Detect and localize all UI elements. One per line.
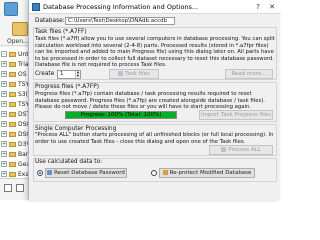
folder-icon bbox=[9, 171, 16, 177]
folder-icon bbox=[9, 71, 16, 77]
progress-bar: Progress: 100% (Total: 100%) bbox=[65, 111, 177, 119]
task-files-button[interactable]: Task files bbox=[109, 69, 159, 79]
create-count-value: 1 bbox=[60, 71, 64, 77]
folder-icon bbox=[9, 141, 16, 147]
create-label: Create bbox=[35, 71, 55, 77]
processing-dialog: Database Processing Information and Opti… bbox=[28, 0, 281, 200]
process-icon bbox=[221, 146, 227, 152]
read-more-button[interactable]: Read more... bbox=[225, 69, 273, 79]
reprotect-database-label: Re-protect Modified Database bbox=[169, 170, 252, 176]
folder-icon bbox=[9, 61, 16, 67]
progress-bar-text: Progress: 100% (Total: 100%) bbox=[80, 112, 162, 118]
expand-icon[interactable]: + bbox=[1, 141, 7, 147]
task-files-button-label: Task files bbox=[125, 71, 150, 77]
collapse-icon[interactable]: - bbox=[1, 51, 7, 57]
reset-database-password-label: Reset Database Password bbox=[54, 170, 125, 176]
import-task-progress-button[interactable]: Import Task Progress files bbox=[199, 110, 273, 120]
status-icon bbox=[16, 184, 24, 192]
open-folder-icon[interactable] bbox=[12, 22, 28, 36]
dialog-title: Database Processing Information and Opti… bbox=[43, 3, 199, 11]
expand-icon[interactable]: + bbox=[1, 131, 7, 137]
folder-icon bbox=[9, 91, 16, 97]
key-icon bbox=[47, 169, 53, 175]
dialog-titlebar[interactable]: Database Processing Information and Opti… bbox=[29, 0, 281, 14]
task-files-description: Task files (*.a7ff) allow you to use sev… bbox=[35, 36, 275, 68]
reprotect-radio[interactable] bbox=[151, 170, 157, 176]
progress-files-description: Progress files (*.a7fp) contain database… bbox=[35, 91, 265, 110]
reset-database-password-button[interactable]: Reset Database Password bbox=[45, 168, 127, 178]
folder-icon bbox=[9, 161, 16, 167]
status-icon bbox=[4, 184, 12, 192]
expand-icon[interactable]: + bbox=[1, 61, 7, 67]
folder-icon bbox=[9, 151, 16, 157]
expand-icon[interactable]: + bbox=[1, 121, 7, 127]
expand-icon[interactable]: + bbox=[1, 91, 7, 97]
folder-icon bbox=[9, 101, 16, 107]
reset-password-radio[interactable] bbox=[37, 170, 43, 176]
app-logo-icon bbox=[4, 2, 18, 16]
folder-icon bbox=[9, 51, 16, 57]
progress-files-heading: Progress files (*.A7FP) bbox=[35, 84, 100, 90]
expand-icon[interactable]: + bbox=[1, 81, 7, 87]
expand-icon[interactable]: + bbox=[1, 71, 7, 77]
task-files-heading: Task files (*.A7FF) bbox=[35, 29, 87, 35]
database-label: Database: bbox=[35, 18, 65, 24]
expand-icon[interactable]: + bbox=[1, 111, 7, 117]
expand-icon[interactable]: + bbox=[1, 171, 7, 177]
folder-icon bbox=[9, 111, 16, 117]
window-controls: ? ✕ bbox=[251, 2, 279, 12]
open-button-label[interactable]: Open... bbox=[7, 38, 29, 45]
folder-icon bbox=[9, 121, 16, 127]
help-icon[interactable]: ? bbox=[251, 2, 265, 12]
database-path-field[interactable]: C:\Users\Test\Desktop\DNAdb.accdb bbox=[65, 17, 175, 25]
close-icon[interactable]: ✕ bbox=[265, 2, 279, 12]
folder-icon bbox=[9, 131, 16, 137]
single-computer-description: "Process ALL" button starts processing o… bbox=[35, 132, 274, 145]
create-count-stepper[interactable]: 1 ▲ ▼ bbox=[57, 70, 81, 79]
expand-icon[interactable]: + bbox=[1, 101, 7, 107]
process-all-button-label: Process ALL bbox=[228, 147, 261, 153]
reprotect-database-button[interactable]: Re-protect Modified Database bbox=[159, 168, 255, 178]
task-file-icon bbox=[118, 70, 124, 76]
use-calculated-label: Use calculated data to: bbox=[35, 159, 103, 165]
dialog-app-icon bbox=[32, 3, 40, 11]
folder-icon bbox=[9, 81, 16, 87]
expand-icon[interactable]: + bbox=[1, 151, 7, 157]
process-all-button[interactable]: Process ALL bbox=[209, 145, 273, 155]
expand-icon[interactable]: + bbox=[1, 161, 7, 167]
lock-icon bbox=[162, 169, 168, 175]
stepper-arrows-icon[interactable]: ▲ ▼ bbox=[75, 70, 80, 78]
